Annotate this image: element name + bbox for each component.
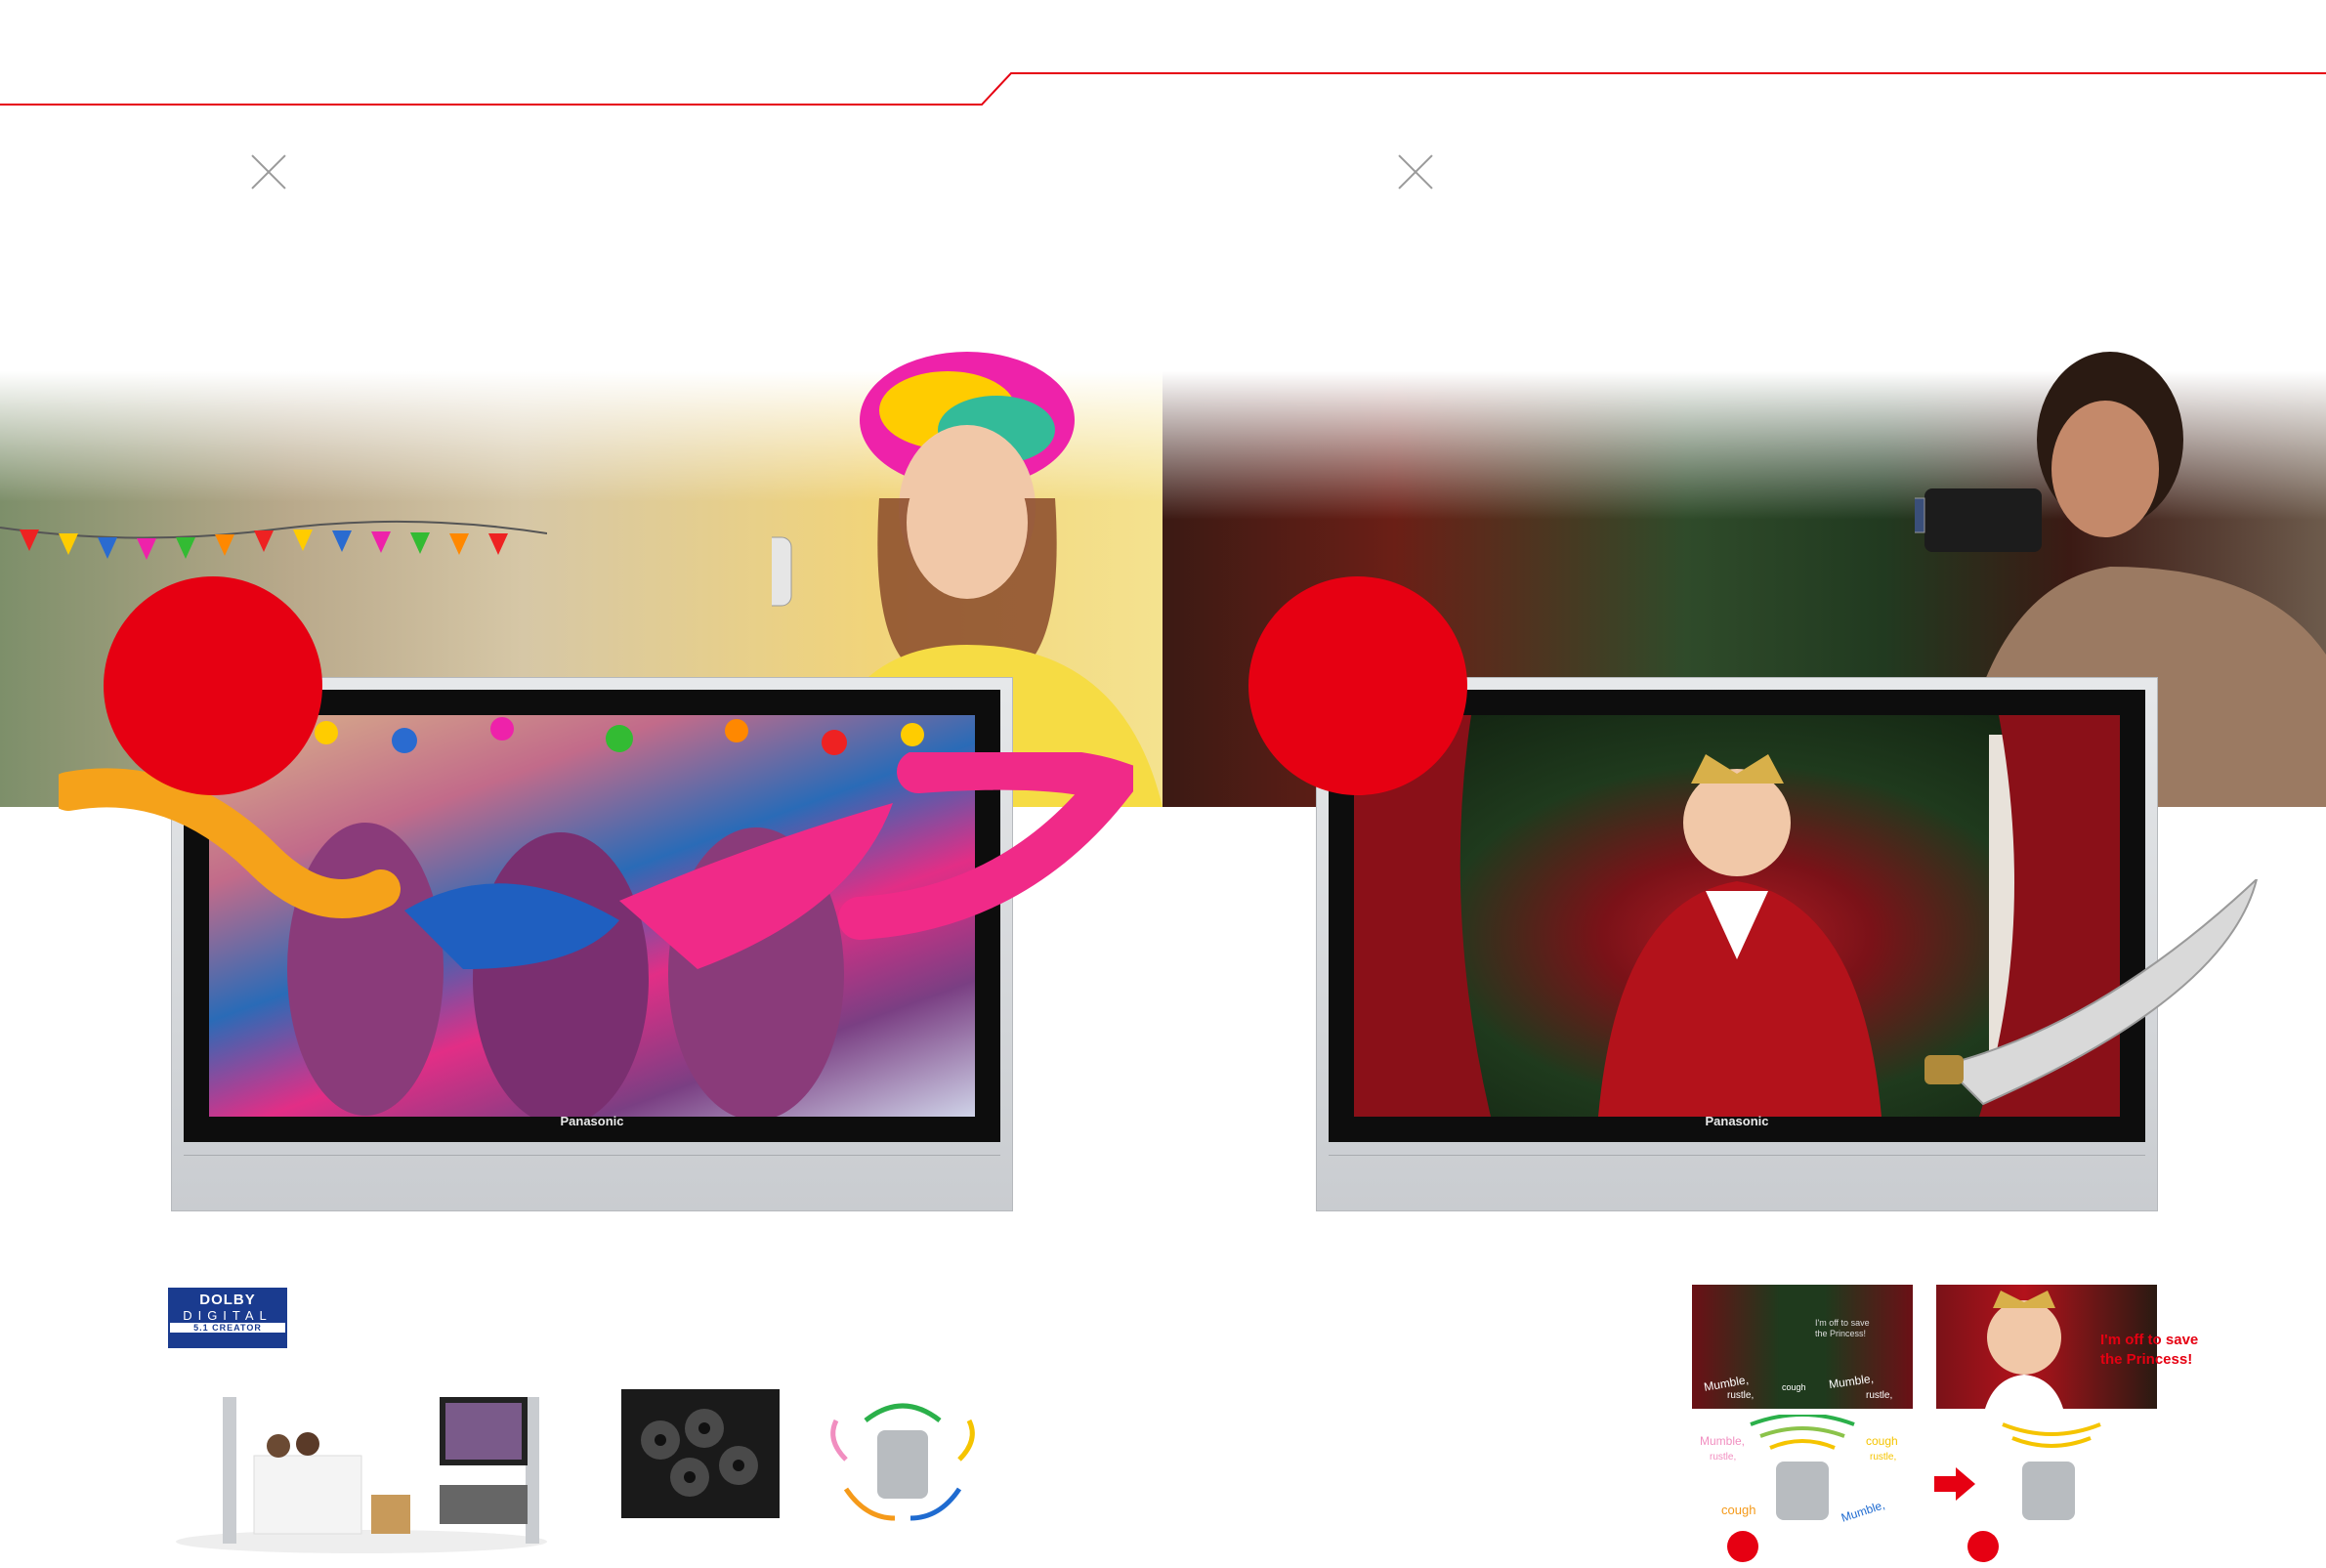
tv-brand-label: Panasonic [560,1114,624,1128]
noise-word: rustle, [1866,1390,1893,1401]
noise-word: rustle, [1710,1452,1737,1462]
speaker-units-image [621,1389,780,1518]
dolby-digital-logo: DOLBY DIGITAL 5.1 CREATOR [168,1288,287,1348]
home-theatre-living-room-image [176,1377,547,1553]
noise-word: Mumble, [1700,1434,1746,1448]
noise-word: cough [1721,1503,1756,1517]
sword-decoration [1924,879,2259,1106]
bunting-decoration [0,520,547,560]
tv-control-strip [1329,1155,2145,1199]
noise-word: rustle, [1870,1452,1897,1462]
speech-text-line2: the Princess! [2100,1351,2193,1368]
noise-word: cough [1782,1382,1806,1392]
header-rule [0,72,2326,106]
tv-control-strip [184,1155,1000,1199]
feather-boa-decoration [59,752,1133,940]
speech-text-line1: I'm off to save [2100,1332,2199,1348]
noise-scene-thumbnail: I'm off to save the Princess! Mumble, ru… [1692,1285,1913,1409]
red-circle-badge-left [104,576,322,795]
red-dot-marker-right [1967,1531,1999,1562]
clear-speech-speaker-diagram [1983,1415,2120,1532]
noise-word: rustle, [1727,1390,1755,1401]
noise-word: cough [1866,1434,1898,1448]
red-dot-marker-left [1727,1531,1758,1562]
dolby-logo-line2: DIGITAL [183,1308,273,1323]
surround-sound-diagram [807,1381,998,1528]
clear-speech-thumbnail: I'm off to save the Princess! [1936,1285,2198,1409]
arrow-right-icon [1934,1467,1975,1501]
cross-icon-right [1396,153,1435,192]
speech-bubble-small: I'm off to save the Princess! [1815,1318,1870,1338]
red-circle-badge-right [1248,576,1467,795]
noise-word: Mumble, [1828,1371,1875,1392]
noise-speaker-diagram: Mumble, rustle, cough rustle, cough Mumb… [1692,1415,1913,1532]
dolby-logo-line3: 5.1 CREATOR [170,1323,285,1333]
cross-icon-left [249,153,288,192]
dolby-logo-line1: DOLBY [199,1292,256,1308]
